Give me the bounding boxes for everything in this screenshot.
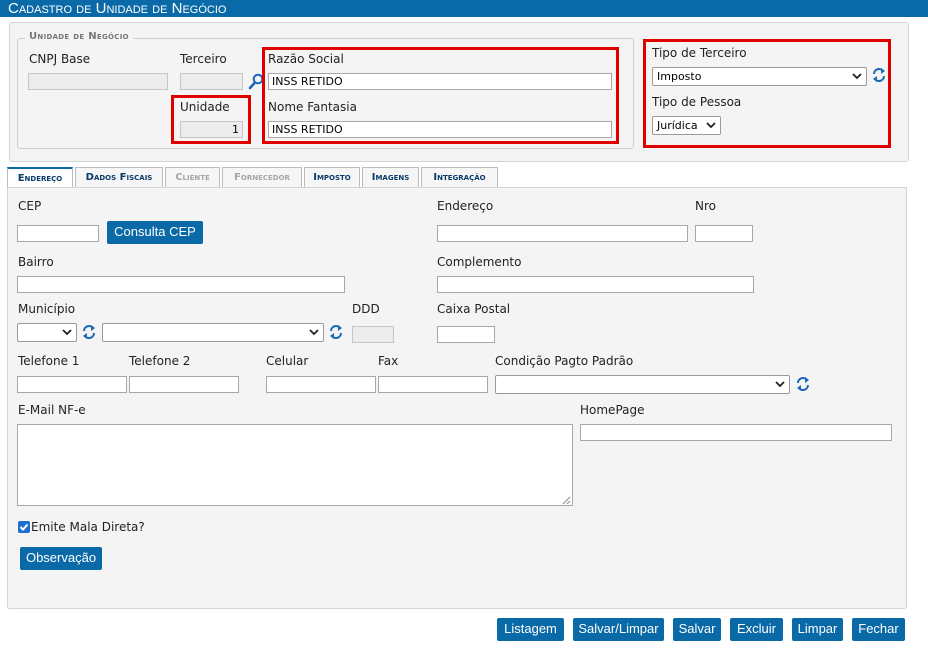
endereco-label: Endereço <box>437 199 494 213</box>
email-nfe-textarea[interactable] <box>17 424 573 506</box>
caixa-postal-input[interactable] <box>437 326 495 343</box>
window-title: Cadastro de Unidade de Negócio <box>0 0 928 17</box>
nro-input[interactable] <box>695 225 753 242</box>
consulta-cep-button[interactable]: Consulta CEP <box>107 221 203 244</box>
refresh-icon[interactable] <box>82 324 96 343</box>
refresh-icon[interactable] <box>329 324 343 343</box>
tab-fornecedor[interactable]: Fornecedor <box>222 167 302 187</box>
endereco-panel <box>7 187 907 609</box>
tipo-pessoa-label: Tipo de Pessoa <box>652 95 742 109</box>
tipo-terceiro-label: Tipo de Terceiro <box>652 46 747 60</box>
cnpj-base-field[interactable] <box>28 73 168 90</box>
mala-direta-label: Emite Mala Direta? <box>31 520 145 534</box>
mala-direta-checkbox[interactable] <box>18 521 30 533</box>
resize-grip-icon[interactable] <box>561 494 571 505</box>
listagem-button[interactable]: Listagem <box>497 618 564 641</box>
chevron-down-icon <box>62 329 72 336</box>
limpar-button[interactable]: Limpar <box>792 618 843 641</box>
tipo-terceiro-select[interactable]: Imposto <box>652 67 867 86</box>
tab-cliente[interactable]: Cliente <box>165 167 220 187</box>
chevron-down-icon <box>706 122 716 129</box>
cep-label: CEP <box>18 199 42 213</box>
ddd-label: DDD <box>352 302 380 316</box>
municipio-label: Município <box>18 302 76 316</box>
refresh-icon[interactable] <box>796 376 810 395</box>
tab-imposto[interactable]: Imposto <box>304 167 360 187</box>
complemento-input[interactable] <box>437 276 754 293</box>
cnpj-base-label: CNPJ Base <box>29 52 91 66</box>
razao-social-label: Razão Social <box>268 52 344 66</box>
tab-integracao[interactable]: Integração <box>421 167 498 187</box>
fax-label: Fax <box>378 354 399 368</box>
chevron-down-icon <box>775 381 785 388</box>
unidade-label: Unidade <box>180 100 230 114</box>
telefone1-label: Telefone 1 <box>18 354 80 368</box>
bairro-input[interactable] <box>17 276 345 293</box>
cep-input[interactable] <box>17 225 99 242</box>
celular-label: Celular <box>266 354 309 368</box>
nro-label: Nro <box>695 199 716 213</box>
salvar-limpar-button[interactable]: Salvar/Limpar <box>573 618 664 641</box>
unidade-field[interactable]: 1 <box>180 121 243 138</box>
terceiro-field[interactable] <box>180 73 243 90</box>
terceiro-label: Terceiro <box>180 52 227 66</box>
tab-imagens[interactable]: Imagens <box>362 167 419 187</box>
tab-endereco[interactable]: Endereço <box>7 167 73 188</box>
nome-fantasia-label: Nome Fantasia <box>268 100 357 114</box>
observacao-button[interactable]: Observação <box>20 547 102 570</box>
excluir-button[interactable]: Excluir <box>730 618 783 641</box>
telefone2-input[interactable] <box>129 376 239 393</box>
tipo-pessoa-value: Jurídica <box>657 119 698 132</box>
tipo-terceiro-value: Imposto <box>657 70 702 83</box>
fechar-button[interactable]: Fechar <box>852 618 905 641</box>
caixa-postal-label: Caixa Postal <box>437 302 511 316</box>
nome-fantasia-field[interactable]: INSS RETIDO <box>268 121 612 138</box>
complemento-label: Complemento <box>437 255 522 269</box>
razao-social-field[interactable]: INSS RETIDO <box>268 73 612 90</box>
municipio-select[interactable] <box>102 323 324 342</box>
bairro-label: Bairro <box>18 255 54 269</box>
chevron-down-icon <box>852 73 862 80</box>
tab-dados-fiscais[interactable]: Dados Fiscais <box>75 167 163 187</box>
endereco-input[interactable] <box>437 225 688 242</box>
telefone1-input[interactable] <box>17 376 127 393</box>
fieldset-legend: Unidade de Negócio <box>25 31 133 42</box>
uf-select[interactable] <box>17 323 77 342</box>
ddd-input[interactable] <box>352 326 394 343</box>
check-icon <box>19 523 29 531</box>
tipo-pessoa-select[interactable]: Jurídica <box>652 116 721 135</box>
homepage-label: HomePage <box>580 403 645 417</box>
fax-input[interactable] <box>378 376 488 393</box>
condicao-pagto-label: Condição Pagto Padrão <box>495 354 634 368</box>
homepage-input[interactable] <box>580 424 892 441</box>
email-nfe-label: E-Mail NF-e <box>18 403 86 417</box>
condicao-pagto-select[interactable] <box>495 375 790 394</box>
refresh-icon[interactable] <box>872 67 886 86</box>
celular-input[interactable] <box>266 376 376 393</box>
chevron-down-icon <box>309 329 319 336</box>
salvar-button[interactable]: Salvar <box>673 618 721 641</box>
telefone2-label: Telefone 2 <box>129 354 191 368</box>
